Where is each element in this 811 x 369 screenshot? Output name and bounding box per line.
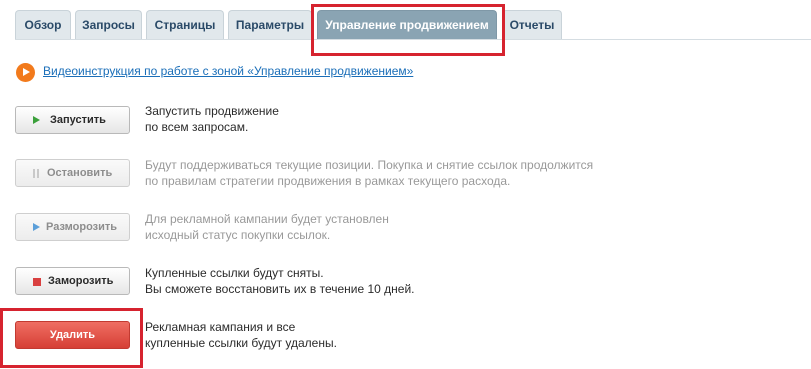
pause-icon xyxy=(33,169,40,178)
unfreeze-button[interactable]: Разморозить xyxy=(15,213,130,241)
stop-button-label: Остановить xyxy=(47,167,113,179)
stop-description: Будут поддерживаться текущие позиции. По… xyxy=(145,157,593,189)
delete-description: Рекламная кампания и все купленные ссылк… xyxy=(145,319,337,351)
play-video-icon xyxy=(16,63,35,82)
unfreeze-button-label: Разморозить xyxy=(46,221,118,233)
start-description-line2: по всем запросам. xyxy=(145,120,249,134)
delete-description-line1: Рекламная кампания и все xyxy=(145,320,296,334)
tab-queries[interactable]: Запросы xyxy=(75,10,142,39)
unfreeze-description: Для рекламной кампании будет установлен … xyxy=(145,211,389,243)
stop-icon xyxy=(33,278,41,286)
tab-pages[interactable]: Страницы xyxy=(146,10,224,39)
unfreeze-description-line1: Для рекламной кампании будет установлен xyxy=(145,212,389,226)
stop-button[interactable]: Остановить xyxy=(15,159,130,187)
freeze-description: Купленные ссылки будут сняты. Вы сможете… xyxy=(145,265,415,297)
start-button[interactable]: Запустить xyxy=(15,106,130,134)
delete-button-label: Удалить xyxy=(49,329,96,341)
stop-description-line1: Будут поддерживаться текущие позиции. По… xyxy=(145,158,594,172)
freeze-button-label: Заморозить xyxy=(48,275,114,287)
start-description-line1: Запустить продвижение xyxy=(145,104,279,118)
freeze-description-line1: Купленные ссылки будут сняты. xyxy=(145,266,324,280)
tab-overview[interactable]: Обзор xyxy=(15,10,71,39)
freeze-button[interactable]: Заморозить xyxy=(15,267,130,295)
start-description: Запустить продвижение по всем запросам. xyxy=(145,103,279,135)
start-button-label: Запустить xyxy=(50,114,106,126)
delete-description-line2: купленные ссылки будут удалены. xyxy=(145,336,337,350)
video-instruction-text[interactable]: Видеоинструкция по работе с зоной «Управ… xyxy=(43,64,413,78)
tab-reports[interactable]: Отчеты xyxy=(502,10,562,39)
highlight-frame-tab xyxy=(311,4,505,56)
play-icon xyxy=(33,223,40,231)
delete-button[interactable]: Удалить xyxy=(15,321,130,349)
unfreeze-description-line2: исходный статус покупки ссылок. xyxy=(145,228,331,242)
play-icon xyxy=(33,116,40,124)
freeze-description-line2: Вы сможете восстановить их в течение 10 … xyxy=(145,282,415,296)
tab-parameters[interactable]: Параметры xyxy=(228,10,312,39)
stop-description-line2: по правилам стратегии продвижения в рамк… xyxy=(145,174,511,188)
